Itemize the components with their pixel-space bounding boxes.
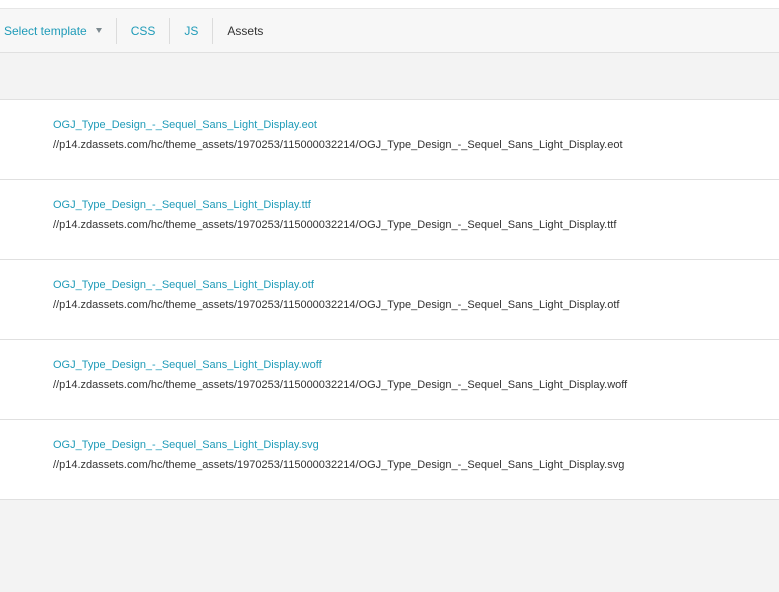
editor-toolbar: Select template CSS JS Assets [0,8,779,53]
asset-name-link[interactable]: OGJ_Type_Design_-_Sequel_Sans_Light_Disp… [53,439,319,451]
tab-assets[interactable]: Assets [213,9,277,52]
tab-css-label: CSS [130,23,156,38]
list-item: OGJ_Type_Design_-_Sequel_Sans_Light_Disp… [0,260,779,340]
chevron-down-icon [95,28,102,33]
asset-url: //p14.zdassets.com/hc/theme_assets/19702… [53,219,617,231]
asset-name-link[interactable]: OGJ_Type_Design_-_Sequel_Sans_Light_Disp… [53,119,317,131]
asset-url: //p14.zdassets.com/hc/theme_assets/19702… [53,139,623,151]
assets-header-bar [0,54,779,100]
asset-url: //p14.zdassets.com/hc/theme_assets/19702… [53,459,625,471]
asset-url: //p14.zdassets.com/hc/theme_assets/19702… [53,379,628,391]
list-item: OGJ_Type_Design_-_Sequel_Sans_Light_Disp… [0,180,779,260]
tab-js-label: JS [184,23,199,38]
select-template-dropdown[interactable]: Select template [0,9,116,52]
assets-list: OGJ_Type_Design_-_Sequel_Sans_Light_Disp… [0,100,779,500]
list-item: OGJ_Type_Design_-_Sequel_Sans_Light_Disp… [0,420,779,500]
asset-name-link[interactable]: OGJ_Type_Design_-_Sequel_Sans_Light_Disp… [53,279,314,291]
tab-css[interactable]: CSS [117,9,170,52]
tab-assets-label: Assets [227,23,264,38]
select-template-label: Select template [4,23,87,38]
top-strip [0,0,779,8]
asset-url: //p14.zdassets.com/hc/theme_assets/19702… [53,299,620,311]
list-item: OGJ_Type_Design_-_Sequel_Sans_Light_Disp… [0,340,779,420]
asset-name-link[interactable]: OGJ_Type_Design_-_Sequel_Sans_Light_Disp… [53,359,322,371]
list-item: OGJ_Type_Design_-_Sequel_Sans_Light_Disp… [0,100,779,180]
asset-name-link[interactable]: OGJ_Type_Design_-_Sequel_Sans_Light_Disp… [53,199,311,211]
tab-js[interactable]: JS [170,9,212,52]
